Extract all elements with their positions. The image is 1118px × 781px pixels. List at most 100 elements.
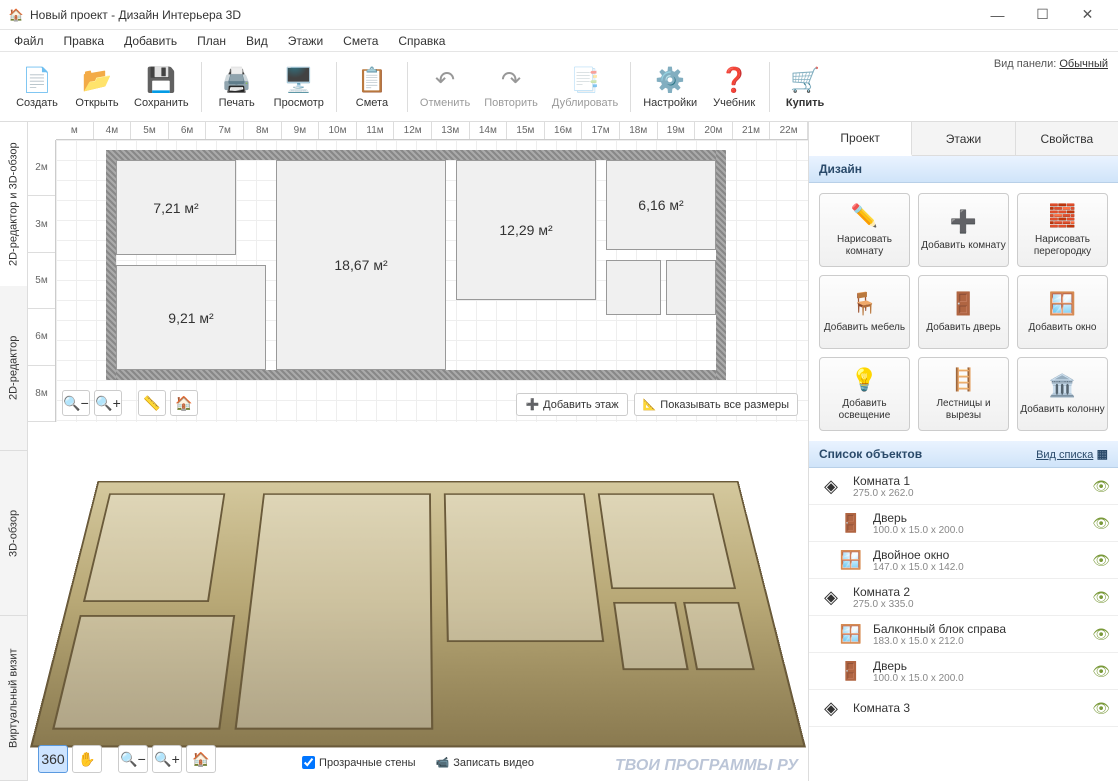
right-tabs: Проект Этажи Свойства xyxy=(809,122,1118,156)
menu-file[interactable]: Файл xyxy=(6,32,52,50)
menu-estimate[interactable]: Смета xyxy=(335,32,386,50)
door-icon: 🚪 xyxy=(837,657,865,685)
show-dims-button[interactable]: 📐Показывать все размеры xyxy=(634,393,798,416)
zoom-out-3d-button[interactable]: 🔍− xyxy=(118,745,148,773)
menu-floors[interactable]: Этажи xyxy=(280,32,331,50)
rtab-project[interactable]: Проект xyxy=(809,122,912,156)
add-room-icon: ➕ xyxy=(950,208,978,236)
draw-partition-button[interactable]: 🧱Нарисовать перегородку xyxy=(1017,193,1108,267)
redo-icon: ↷ xyxy=(495,65,527,97)
menu-help[interactable]: Справка xyxy=(390,32,453,50)
zoom-in-button[interactable]: 🔍+ xyxy=(94,390,122,416)
door-icon: 🚪 xyxy=(950,290,978,318)
list-view-link[interactable]: Вид списка xyxy=(1036,449,1093,461)
maximize-button[interactable]: ☐ xyxy=(1020,0,1065,30)
stairs-icon: 🪜 xyxy=(950,366,978,394)
zoom-in-3d-button[interactable]: 🔍+ xyxy=(152,745,182,773)
minimize-button[interactable]: — xyxy=(975,0,1020,30)
list-item[interactable]: ◈Комната 3👁 xyxy=(809,690,1118,727)
save-button[interactable]: 💾Сохранить xyxy=(128,57,195,117)
transparent-walls-checkbox[interactable]: Прозрачные стены xyxy=(302,756,415,769)
add-lighting-button[interactable]: 💡Добавить освещение xyxy=(819,357,910,431)
visibility-icon[interactable]: 👁 xyxy=(1092,478,1110,495)
wall[interactable] xyxy=(106,150,116,380)
window-icon: 🪟 xyxy=(837,546,865,574)
floorplan: 7,21 м² 9,21 м² 18,67 м² 12,29 м² 6,16 м… xyxy=(106,150,726,380)
room-small2[interactable] xyxy=(666,260,716,315)
visibility-icon[interactable]: 👁 xyxy=(1092,589,1110,606)
rotate-360-button[interactable]: 360 xyxy=(38,745,68,773)
vtab-3d[interactable]: 3D-обзор xyxy=(0,451,27,616)
room-3[interactable]: 12,29 м² xyxy=(456,160,596,300)
room-small[interactable] xyxy=(606,260,661,315)
create-button[interactable]: 📄Создать xyxy=(8,57,66,117)
undo-button[interactable]: ↶Отменить xyxy=(414,57,476,117)
add-door-button[interactable]: 🚪Добавить дверь xyxy=(918,275,1009,349)
list-item[interactable]: ◈Комната 2275.0 x 335.0👁 xyxy=(809,579,1118,616)
zoom-out-button[interactable]: 🔍− xyxy=(62,390,90,416)
visibility-icon[interactable]: 👁 xyxy=(1092,626,1110,643)
vtab-virtual[interactable]: Виртуальный визит xyxy=(0,616,27,781)
pencil-icon: ✏️ xyxy=(851,202,879,230)
room-4[interactable]: 6,16 м² xyxy=(606,160,716,250)
add-room-button[interactable]: ➕Добавить комнату xyxy=(918,193,1009,267)
menu-plan[interactable]: План xyxy=(189,32,234,50)
menu-view[interactable]: Вид xyxy=(238,32,276,50)
add-window-button[interactable]: 🪟Добавить окно xyxy=(1017,275,1108,349)
wall[interactable] xyxy=(106,150,726,160)
add-furniture-button[interactable]: 🪑Добавить мебель xyxy=(819,275,910,349)
room-2[interactable]: 18,67 м² xyxy=(276,160,446,370)
design-grid: ✏️Нарисовать комнату ➕Добавить комнату 🧱… xyxy=(809,183,1118,441)
list-icon[interactable]: ▦ xyxy=(1097,447,1108,461)
redo-button[interactable]: ↷Повторить xyxy=(478,57,544,117)
vtab-2d[interactable]: 2D-редактор xyxy=(0,286,27,451)
pan-button[interactable]: ✋ xyxy=(72,745,102,773)
cart-icon: 🛒 xyxy=(789,65,821,97)
record-video-button[interactable]: 📹Записать видео xyxy=(436,756,534,769)
list-item[interactable]: 🪟Двойное окно147.0 x 15.0 x 142.0👁 xyxy=(809,542,1118,579)
visibility-icon[interactable]: 👁 xyxy=(1092,515,1110,532)
rtab-floors[interactable]: Этажи xyxy=(912,122,1015,155)
room-1[interactable]: 7,21 м² xyxy=(116,160,236,255)
buy-button[interactable]: 🛒Купить xyxy=(776,57,834,117)
titlebar: 🏠 Новый проект - Дизайн Интерьера 3D — ☐… xyxy=(0,0,1118,30)
visibility-icon[interactable]: 👁 xyxy=(1092,663,1110,680)
menu-add[interactable]: Добавить xyxy=(116,32,185,50)
measure-button[interactable]: 📏 xyxy=(138,390,166,416)
draw-room-button[interactable]: ✏️Нарисовать комнату xyxy=(819,193,910,267)
plan-2d-canvas[interactable]: 7,21 м² 9,21 м² 18,67 м² 12,29 м² 6,16 м… xyxy=(56,140,808,422)
visibility-icon[interactable]: 👁 xyxy=(1092,700,1110,717)
preview-button[interactable]: 🖥️Просмотр xyxy=(268,57,330,117)
add-column-button[interactable]: 🏛️Добавить колонну xyxy=(1017,357,1108,431)
open-button[interactable]: 📂Открыть xyxy=(68,57,126,117)
menu-edit[interactable]: Правка xyxy=(56,32,113,50)
duplicate-button[interactable]: 📑Дублировать xyxy=(546,57,624,117)
home-3d-button[interactable]: 🏠 xyxy=(186,745,216,773)
list-item[interactable]: ◈Комната 1275.0 x 262.0👁 xyxy=(809,468,1118,505)
tutorial-button[interactable]: ❓Учебник xyxy=(705,57,763,117)
list-item[interactable]: 🪟Балконный блок справа183.0 x 15.0 x 212… xyxy=(809,616,1118,653)
estimate-button[interactable]: 📋Смета xyxy=(343,57,401,117)
printer-icon: 🖨️ xyxy=(221,65,253,97)
panel-mode-link[interactable]: Обычный xyxy=(1059,58,1108,70)
close-button[interactable]: ✕ xyxy=(1065,0,1110,30)
room-5[interactable]: 9,21 м² xyxy=(116,265,266,370)
settings-button[interactable]: ⚙️Настройки xyxy=(637,57,703,117)
vtab-2d-3d[interactable]: 2D-редактор и 3D-обзор xyxy=(0,122,27,286)
view-3d[interactable]: 360 ✋ 🔍− 🔍+ 🏠 Прозрачные стены 📹Записать… xyxy=(28,422,808,781)
wall[interactable] xyxy=(716,150,726,380)
list-item[interactable]: 🚪Дверь100.0 x 15.0 x 200.0👁 xyxy=(809,653,1118,690)
list-item[interactable]: 🚪Дверь100.0 x 15.0 x 200.0👁 xyxy=(809,505,1118,542)
stairs-button[interactable]: 🪜Лестницы и вырезы xyxy=(918,357,1009,431)
add-floor-button[interactable]: ➕Добавить этаж xyxy=(516,393,627,416)
panel-mode: Вид панели: Обычный xyxy=(994,58,1108,70)
window-icon: 🪟 xyxy=(837,620,865,648)
folder-icon: 📂 xyxy=(81,65,113,97)
rtab-properties[interactable]: Свойства xyxy=(1016,122,1118,155)
home-button[interactable]: 🏠 xyxy=(170,390,198,416)
wall[interactable] xyxy=(106,370,726,380)
print-button[interactable]: 🖨️Печать xyxy=(208,57,266,117)
visibility-icon[interactable]: 👁 xyxy=(1092,552,1110,569)
door-icon: 🚪 xyxy=(837,509,865,537)
add-floor-icon: ➕ xyxy=(525,398,539,411)
